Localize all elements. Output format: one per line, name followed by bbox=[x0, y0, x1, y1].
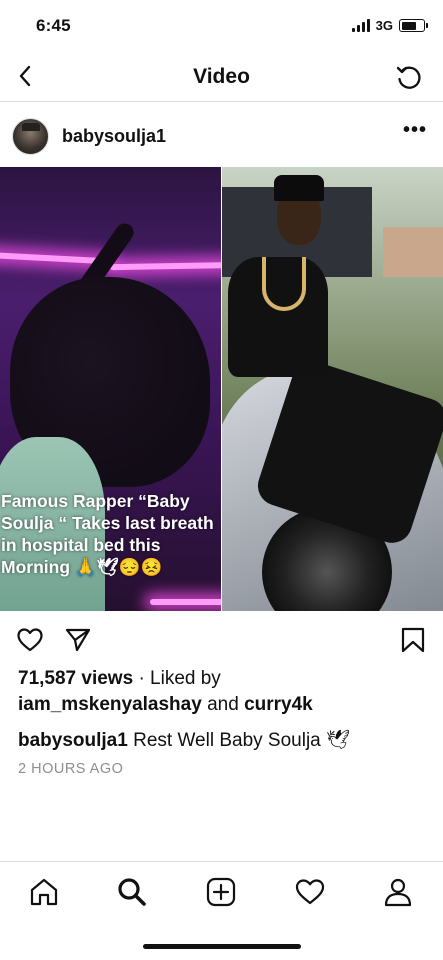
liked-user-link[interactable]: iam_mskenyalashay bbox=[18, 694, 202, 715]
refresh-icon[interactable] bbox=[393, 62, 425, 94]
share-icon[interactable] bbox=[64, 626, 92, 654]
video-left-panel: Famous Rapper “Baby Soulja “ Takes last … bbox=[0, 167, 221, 611]
more-icon[interactable]: ••• bbox=[403, 120, 427, 140]
video-right-panel bbox=[222, 167, 443, 611]
overlay-caption: Famous Rapper “Baby Soulja “ Takes last … bbox=[1, 491, 214, 577]
heart-icon[interactable] bbox=[16, 626, 44, 654]
status-bar: 6:45 3G bbox=[0, 0, 443, 52]
neon-light bbox=[150, 599, 221, 605]
neon-light bbox=[109, 261, 221, 271]
battery-icon bbox=[399, 19, 428, 32]
search-icon[interactable] bbox=[116, 876, 148, 908]
activity-heart-icon[interactable] bbox=[294, 876, 326, 908]
liked-by-label: · Liked by bbox=[138, 668, 221, 689]
page-title: Video bbox=[193, 65, 250, 88]
home-indicator[interactable] bbox=[143, 944, 301, 949]
signal-icon bbox=[351, 19, 370, 32]
liked-and-label: and bbox=[207, 694, 239, 715]
network-type: 3G bbox=[375, 18, 393, 33]
tab-bar bbox=[0, 861, 443, 921]
post-header: babysoulja1 ••• bbox=[0, 104, 443, 166]
chain-shape bbox=[262, 257, 306, 311]
liked-users-line: iam_mskenyalashay and curry4k bbox=[18, 694, 313, 716]
post-video[interactable]: Famous Rapper “Baby Soulja “ Takes last … bbox=[0, 167, 443, 611]
profile-icon[interactable] bbox=[382, 876, 414, 908]
person-hat-shape bbox=[274, 175, 324, 201]
views-count[interactable]: 71,587 views bbox=[18, 668, 133, 689]
status-time: 6:45 bbox=[36, 16, 71, 35]
avatar[interactable] bbox=[12, 118, 49, 155]
nav-bar: Video bbox=[0, 52, 443, 102]
caption-username[interactable]: babysoulja1 bbox=[18, 730, 128, 751]
post-actions bbox=[0, 620, 443, 660]
post-caption: babysoulja1 Rest Well Baby Soulja 🕊 bbox=[18, 728, 350, 752]
add-icon[interactable] bbox=[205, 876, 237, 908]
post-username[interactable]: babysoulja1 bbox=[62, 126, 166, 147]
caption-text: Rest Well Baby Soulja 🕊 bbox=[133, 730, 351, 751]
liked-user-link[interactable]: curry4k bbox=[244, 694, 313, 715]
post-timestamp: 2 HOURS AGO bbox=[18, 761, 124, 777]
house-shape bbox=[383, 227, 443, 277]
home-icon[interactable] bbox=[28, 876, 60, 908]
views-liked-line: 71,587 views · Liked by bbox=[18, 668, 221, 690]
bookmark-icon[interactable] bbox=[399, 626, 427, 654]
status-indicators: 3G bbox=[351, 18, 428, 33]
